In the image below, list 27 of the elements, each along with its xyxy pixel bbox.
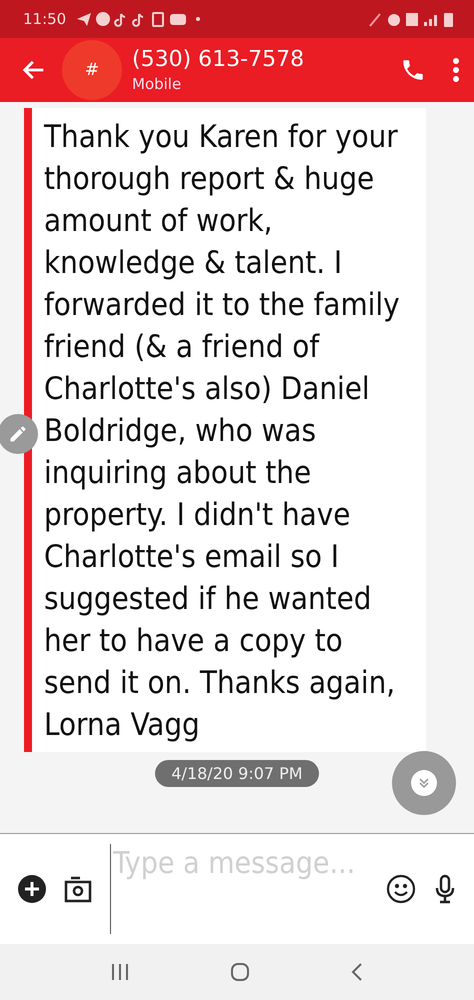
send-icon — [77, 13, 92, 26]
device-icon — [152, 12, 164, 27]
status-time: 11:50 — [23, 10, 66, 28]
signal-icon — [424, 15, 437, 26]
alarm-icon — [388, 14, 400, 26]
pen-icon — [369, 13, 381, 27]
contact-avatar[interactable]: # — [62, 40, 122, 100]
battery-icon — [444, 13, 453, 27]
dot-icon — [196, 17, 200, 21]
home-button[interactable] — [230, 962, 250, 982]
microphone-button[interactable] — [434, 874, 456, 904]
video-icon — [170, 14, 186, 25]
recent-apps-button[interactable] — [110, 963, 130, 981]
add-button[interactable] — [18, 875, 46, 903]
more-options-button[interactable] — [452, 57, 460, 83]
contact-type: Mobile — [132, 74, 182, 94]
camera-button[interactable] — [64, 875, 92, 903]
back-nav-button[interactable] — [350, 962, 364, 982]
music-note-icon — [114, 13, 126, 27]
emoji-button[interactable] — [386, 874, 416, 904]
message-text: Thank you Karen for your thorough report & huge amount of work, knowledge & talent. I forwarded it to the family friend (& a friend of Charlotte's also) Daniel Boldridge, who was inquiring about the property. I didn't have Charlotte's email so I suggested if he wanted her to have a copy to send it on. Thanks again, Lorna Vagg — [43, 118, 401, 745]
pencil-icon — [8, 424, 28, 444]
edit-button[interactable] — [0, 414, 38, 454]
message-timestamp: 4/18/20 9:07 PM — [155, 760, 319, 787]
contact-number: (530) 613-7578 — [132, 46, 306, 74]
music-note-icon — [132, 13, 144, 27]
double-chevron-icon — [410, 769, 438, 797]
